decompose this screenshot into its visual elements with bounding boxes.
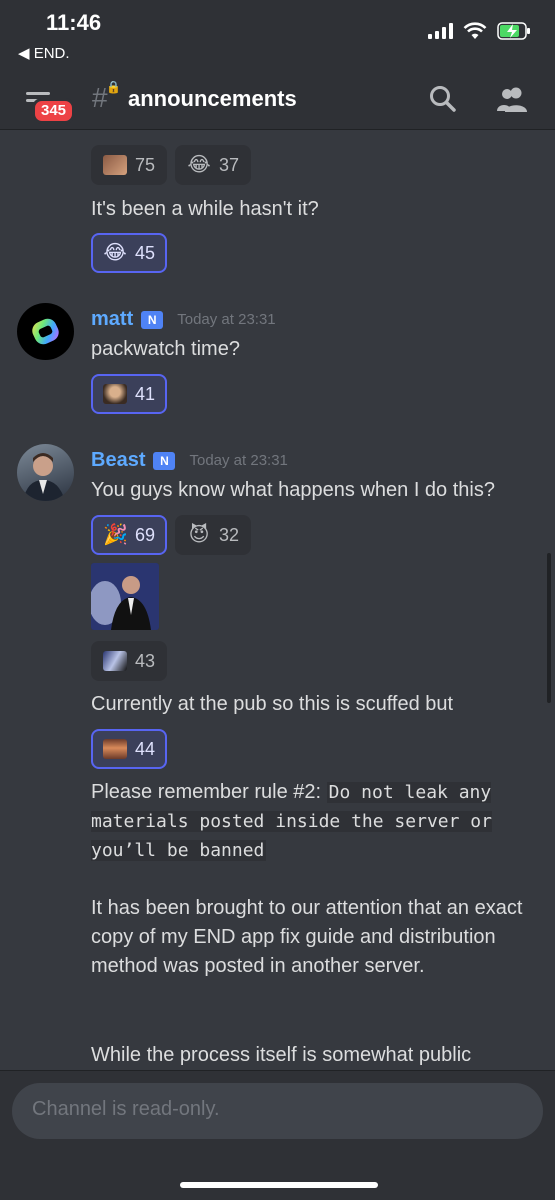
status-bar: 11:46 ◀ END. bbox=[0, 0, 555, 70]
timestamp: Today at 23:31 bbox=[189, 452, 288, 469]
person-emoji-icon bbox=[103, 384, 127, 404]
reaction-row: 🎉 69 😈 32 bbox=[91, 515, 252, 555]
timestamp: Today at 23:31 bbox=[177, 311, 276, 328]
reaction-count: 44 bbox=[135, 738, 156, 759]
channel-name: announcements bbox=[128, 86, 297, 111]
message-header: Beast N Today at 23:31 bbox=[91, 449, 288, 472]
scrollbar[interactable] bbox=[547, 553, 551, 703]
message-text: You guys know what happens when I do thi… bbox=[91, 479, 495, 501]
message-text: It's been a while hasn't it? bbox=[91, 198, 319, 220]
home-indicator[interactable] bbox=[180, 1182, 378, 1188]
party-popper-emoji-icon: 🎉 bbox=[103, 524, 128, 546]
reaction-count: 75 bbox=[135, 154, 156, 175]
photo-thumbnail-icon bbox=[91, 563, 159, 630]
author-name[interactable]: Beast bbox=[91, 449, 145, 472]
input-placeholder: Channel is read-only. bbox=[32, 1098, 220, 1120]
reaction-row: 43 bbox=[91, 641, 168, 681]
reaction-row: 75 😂 37 bbox=[91, 145, 252, 185]
avatar-photo-icon bbox=[23, 453, 65, 501]
composer-bar: Channel is read-only. bbox=[0, 1070, 555, 1200]
wifi-icon bbox=[463, 22, 487, 39]
lock-icon: 🔒 bbox=[106, 80, 121, 94]
message-header: matt N Today at 23:31 bbox=[91, 308, 276, 331]
message-input[interactable]: Channel is read-only. bbox=[12, 1083, 543, 1139]
reaction-count: 69 bbox=[135, 524, 156, 545]
devil-emoji-icon: 😈 bbox=[188, 524, 210, 546]
reaction-count: 45 bbox=[135, 242, 156, 263]
image-attachment[interactable] bbox=[91, 563, 159, 630]
battery-charging-icon bbox=[497, 22, 530, 40]
message-text: While the process itself is somewhat pub… bbox=[91, 1044, 472, 1066]
reaction-button[interactable]: 75 bbox=[91, 145, 168, 185]
clock: 11:46 bbox=[46, 10, 102, 35]
smoke-emoji-icon bbox=[103, 651, 127, 671]
status-icons bbox=[428, 22, 531, 40]
reaction-button[interactable]: 🎉 69 bbox=[91, 515, 168, 555]
author-name[interactable]: matt bbox=[91, 308, 133, 331]
search-icon[interactable] bbox=[428, 84, 458, 114]
reaction-button[interactable]: 😈 32 bbox=[175, 515, 252, 555]
laughing-emoji-icon: 😂 bbox=[103, 242, 127, 264]
reaction-button[interactable]: 44 bbox=[91, 729, 168, 769]
message-text: packwatch time? bbox=[91, 338, 240, 360]
avatar[interactable] bbox=[17, 303, 74, 360]
reaction-button[interactable]: 😂 45 bbox=[91, 233, 168, 273]
reaction-count: 32 bbox=[219, 524, 240, 545]
message-text: It has been brought to our attention tha… bbox=[91, 897, 523, 977]
channel-header: 345 # 🔒 announcements bbox=[0, 70, 555, 130]
reaction-count: 37 bbox=[219, 154, 240, 175]
reaction-button[interactable]: 😂 37 bbox=[175, 145, 252, 185]
avatar-logo-icon bbox=[32, 318, 59, 345]
cellular-signal-icon bbox=[428, 23, 453, 39]
rule-text: Please remember rule #2: bbox=[91, 781, 322, 803]
members-icon[interactable] bbox=[496, 84, 528, 114]
reaction-count: 43 bbox=[135, 650, 156, 671]
back-to-app-link[interactable]: ◀ END. bbox=[18, 44, 70, 62]
laughing-emoji-icon: 😂 bbox=[187, 154, 211, 176]
reaction-row: 41 bbox=[91, 374, 168, 414]
reaction-button[interactable]: 41 bbox=[91, 374, 168, 414]
message-text: Currently at the pub so this is scuffed … bbox=[91, 693, 454, 715]
role-tag: N bbox=[141, 310, 164, 329]
unread-badge: 345 bbox=[32, 98, 76, 124]
menu-button[interactable]: 345 bbox=[22, 84, 76, 124]
reaction-row: 😂 45 bbox=[91, 233, 168, 273]
message-text: Please remember rule #2: Do not leak any… bbox=[91, 778, 541, 865]
eyes-emoji-icon bbox=[103, 739, 127, 759]
role-tag: N bbox=[153, 451, 176, 470]
face-emoji-icon bbox=[103, 155, 127, 175]
reaction-button[interactable]: 43 bbox=[91, 641, 168, 681]
message-list[interactable]: 75 😂 37 It's been a while hasn't it? 😂 4… bbox=[0, 131, 555, 1069]
reaction-count: 41 bbox=[135, 383, 156, 404]
reaction-row: 44 bbox=[91, 729, 168, 769]
avatar[interactable] bbox=[17, 444, 74, 501]
